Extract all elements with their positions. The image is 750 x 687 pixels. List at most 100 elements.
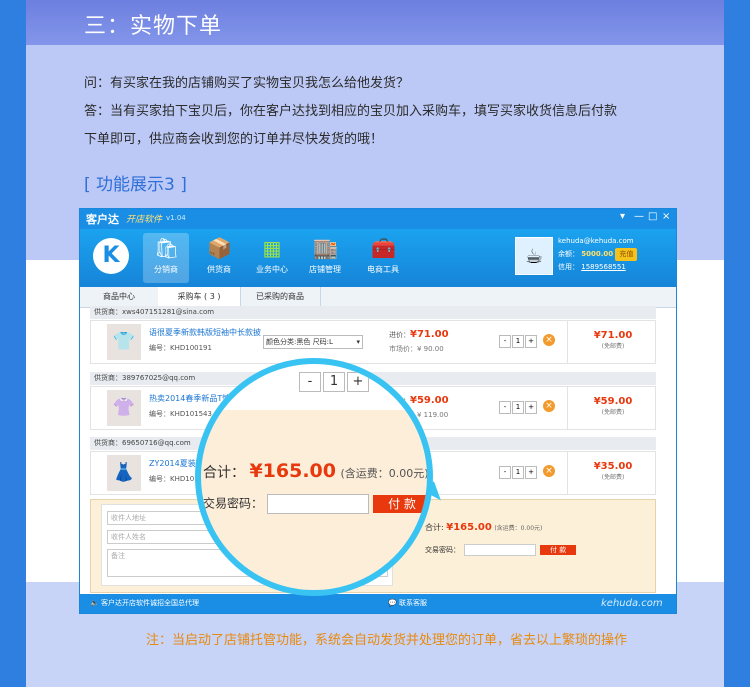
- recharge-button[interactable]: 充值: [615, 248, 638, 261]
- magnified-sum: 合计： ¥165.00 (含运费：0.00元): [203, 460, 429, 482]
- delete-icon[interactable]: ×: [543, 400, 555, 412]
- left-border: [0, 0, 26, 687]
- tab-product-center[interactable]: 商品中心: [80, 287, 159, 307]
- delete-icon[interactable]: ×: [543, 334, 555, 346]
- qty-value[interactable]: 1: [512, 335, 524, 348]
- faq-answer-line2: 下单即可，供应商会收到您的订单并尽快发货的哦！: [84, 132, 384, 147]
- qty-minus-button[interactable]: -: [499, 335, 511, 348]
- tab-purchased[interactable]: 已采购的商品: [240, 287, 321, 307]
- delete-icon[interactable]: ×: [543, 465, 555, 477]
- magnified-sum-label: 合计：: [203, 465, 245, 481]
- shopping-bag-icon: 🛍: [154, 236, 180, 260]
- footer-note: 注：当启动了店铺托管功能，系统会自动发货并处理您的订单，省去以上繁琐的操作: [146, 633, 628, 648]
- toolbar-supplier[interactable]: 📦 供货商: [196, 233, 242, 283]
- password-input[interactable]: [464, 544, 536, 556]
- quantity-stepper[interactable]: -1 +: [499, 401, 538, 414]
- store-icon: 🏬: [313, 236, 338, 260]
- close-button[interactable]: ×: [662, 211, 670, 222]
- password-row: 交易密码： 付 款: [425, 544, 577, 556]
- product-name[interactable]: 语很夏季新款韩版短袖中长款披...: [149, 327, 261, 338]
- product-code: 编号：KHD100191: [149, 344, 212, 352]
- purchase-price: 进价：¥71.00: [389, 329, 449, 340]
- toolbar-label: 分销商: [154, 265, 178, 274]
- faq-question: 问：有买家在我的店铺购买了实物宝贝我怎么给他发货？: [84, 76, 410, 91]
- menu-icon[interactable]: ▾: [620, 211, 625, 222]
- feature-title: [ 功能展示3 ]: [84, 175, 187, 195]
- market-price: 市场价：¥ 90.00: [389, 345, 444, 353]
- sum-label: 合计:: [425, 523, 444, 532]
- sum-note: (含运费：0.00元): [494, 525, 543, 532]
- app-version: v1.04: [166, 214, 186, 222]
- toolbar-store-manage[interactable]: 🏬 店铺管理: [302, 233, 348, 283]
- qty-minus-button[interactable]: -: [499, 401, 511, 414]
- qty-minus-button[interactable]: -: [499, 466, 511, 479]
- row-total: ¥35.00 (免邮费): [567, 452, 658, 494]
- status-promo[interactable]: 🔈 客户达开店软件诚招全国总代理: [90, 594, 199, 613]
- quantity-stepper[interactable]: -1 +: [499, 466, 538, 479]
- faq-block: 问：有买家在我的店铺购买了实物宝贝我怎么给他发货？ 答：当有买家拍下宝贝后，你在…: [84, 70, 694, 154]
- qty-value[interactable]: 1: [512, 401, 524, 414]
- toolbar-label: 店铺管理: [309, 265, 341, 274]
- total-value: ¥59.00: [593, 396, 633, 407]
- qty-value[interactable]: 1: [512, 466, 524, 479]
- status-contact[interactable]: 💬 联系客服: [388, 594, 427, 613]
- sku-select[interactable]: 颜色分类:黑色 尺码:L ▾: [263, 335, 363, 349]
- toolbox-icon: 🧰: [371, 236, 396, 260]
- price-value: ¥71.00: [410, 329, 449, 340]
- magnified-qty-value: 1: [323, 372, 345, 392]
- total-value: ¥35.00: [593, 461, 633, 472]
- password-label: 交易密码：: [425, 546, 460, 554]
- app-titlebar: 客户达 开店软件 v1.04 ▾ — □ ×: [80, 209, 676, 229]
- product-code: 编号：KHD101: [149, 475, 199, 483]
- quantity-stepper[interactable]: -1 +: [499, 335, 538, 348]
- qty-plus-button[interactable]: +: [525, 466, 537, 479]
- product-image[interactable]: 👗: [107, 455, 141, 491]
- account-panel: kehuda@kehuda.com 余额： 5000.00 充值 信用： 158…: [558, 235, 638, 274]
- product-code: 编号：KHD101543: [149, 410, 212, 418]
- chevron-down-icon: ▾: [356, 338, 360, 346]
- status-website: kehuda.com: [601, 598, 663, 609]
- price-label: 进价：: [389, 331, 410, 339]
- magnified-pay-button: 付 款: [373, 495, 427, 513]
- credit-label: 信用：: [558, 263, 579, 271]
- order-sum: 合计: ¥165.00 (含运费：0.00元): [425, 522, 542, 533]
- magnified-qty-minus: -: [299, 372, 321, 392]
- avatar[interactable]: ☕: [515, 237, 553, 275]
- magnified-sum-note: (含运费：0.00元): [340, 467, 429, 480]
- product-image[interactable]: 👕: [107, 324, 141, 360]
- right-border: [724, 0, 750, 687]
- sku-select-value: 颜色分类:黑色 尺码:L: [266, 338, 333, 346]
- contact-service-text: 联系客服: [398, 599, 427, 607]
- balance-value: 5000.00: [581, 250, 614, 258]
- shipping-note: (免邮费): [601, 474, 625, 481]
- magnified-password-label: 交易密码：: [203, 496, 264, 511]
- magnified-sum-value: ¥165.00: [249, 460, 336, 482]
- price-value: ¥59.00: [410, 395, 449, 406]
- maximize-button[interactable]: □: [648, 211, 657, 222]
- toolbar-label: 供货商: [207, 265, 231, 274]
- section-title: 三：实物下单: [84, 14, 223, 39]
- credit-value[interactable]: 1589568551: [581, 263, 626, 271]
- qty-plus-button[interactable]: +: [525, 335, 537, 348]
- pay-button[interactable]: 付 款: [540, 545, 577, 555]
- toolbar-distributor[interactable]: 🛍 分销商: [143, 233, 189, 283]
- magnified-password-row: 交易密码： 付 款: [203, 494, 427, 514]
- app-subtitle: 开店软件: [126, 215, 163, 225]
- product-image[interactable]: 👚: [107, 390, 141, 426]
- sum-value: ¥165.00: [446, 522, 492, 533]
- grid-icon: ▦: [262, 236, 282, 260]
- qty-plus-button[interactable]: +: [525, 401, 537, 414]
- minimize-button[interactable]: —: [634, 211, 644, 222]
- toolbar-ecommerce-tools[interactable]: 🧰 电商工具: [360, 233, 406, 283]
- box-icon: 📦: [207, 236, 232, 260]
- tab-purchase-cart[interactable]: 采购车 ( 3 ): [158, 287, 241, 308]
- balance-label: 余额：: [558, 250, 579, 258]
- row-total: ¥59.00 (免邮费): [567, 387, 658, 429]
- app-title: 客户达: [86, 213, 119, 226]
- toolbar-business-center[interactable]: ▦ 业务中心: [249, 233, 295, 283]
- total-value: ¥71.00: [593, 330, 633, 341]
- magnifier-callout: -1 + 合计： ¥165.00 (含运费：0.00元) 交易密码： 付 款: [195, 358, 433, 596]
- shipping-note: (免邮费): [601, 409, 625, 416]
- toolbar-label: 业务中心: [256, 265, 288, 274]
- magnified-qty-plus: +: [347, 372, 369, 392]
